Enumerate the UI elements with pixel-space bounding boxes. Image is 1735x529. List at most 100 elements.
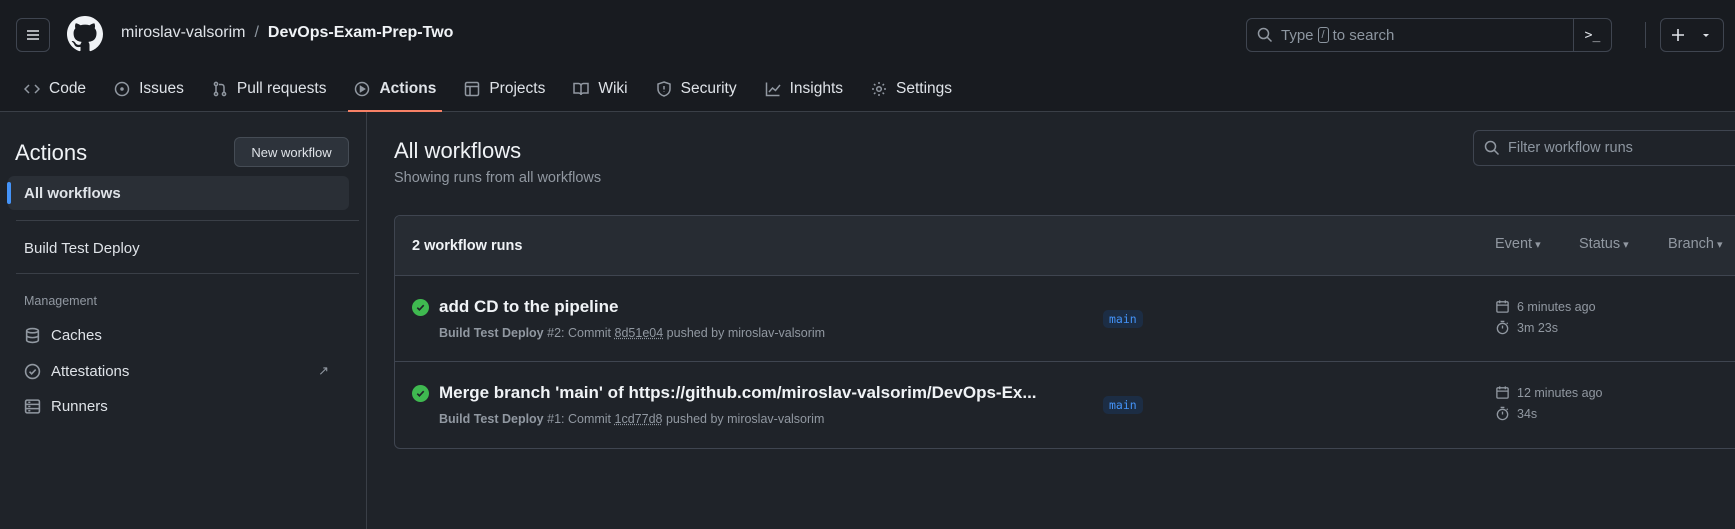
run-pushed-by: pushed by miroslav-valsorim xyxy=(665,412,825,426)
search-shortcut-key: / xyxy=(1317,27,1329,43)
create-new-button[interactable] xyxy=(1660,18,1724,52)
app-header: miroslav-valsorim / DevOps-Exam-Prep-Two… xyxy=(0,0,1735,112)
issue-icon xyxy=(114,81,130,97)
table-icon xyxy=(465,81,480,97)
tab-label: Issues xyxy=(139,80,184,97)
table-row[interactable]: Merge branch 'main' of https://github.co… xyxy=(395,362,1735,448)
book-icon xyxy=(573,82,590,96)
branch-badge[interactable]: main xyxy=(1103,396,1143,414)
main-content: All workflows Showing runs from all work… xyxy=(367,112,1735,529)
sidebar-item-label: Caches xyxy=(51,326,102,344)
success-check-icon xyxy=(412,299,429,316)
search-input[interactable]: Type / to search >_ xyxy=(1246,18,1612,52)
header-divider xyxy=(1645,22,1646,48)
status-filter-dropdown[interactable]: Status xyxy=(1579,236,1629,252)
calendar-icon xyxy=(1496,386,1509,399)
sidebar-item-runners[interactable]: Runners xyxy=(8,389,349,423)
run-pushed-by: pushed by miroslav-valsorim xyxy=(666,326,826,340)
tab-label: Insights xyxy=(789,80,844,97)
branch-badge[interactable]: main xyxy=(1103,310,1143,328)
hamburger-icon xyxy=(27,30,39,40)
runs-count: 2 workflow runs xyxy=(412,237,523,254)
tab-settings[interactable]: Settings xyxy=(857,66,966,112)
page-title: All workflows xyxy=(394,138,522,163)
command-palette-icon[interactable]: >_ xyxy=(1573,19,1611,51)
tab-issues[interactable]: Issues xyxy=(100,66,198,112)
tab-wiki[interactable]: Wiki xyxy=(559,66,641,112)
run-duration: 3m 23s xyxy=(1495,320,1558,335)
event-filter-dropdown[interactable]: Event xyxy=(1495,236,1541,252)
tab-insights[interactable]: Insights xyxy=(751,66,857,112)
sidebar-divider xyxy=(16,273,359,274)
run-workflow-name: Build Test Deploy xyxy=(439,412,544,426)
run-timestamp: 12 minutes ago xyxy=(1495,385,1602,400)
repo-nav: Code Issues Pull requests Actions Projec… xyxy=(0,66,966,112)
page-subtitle: Showing runs from all workflows xyxy=(394,170,602,186)
filter-placeholder: Filter workflow runs xyxy=(1508,140,1633,156)
tab-label: Pull requests xyxy=(236,80,327,97)
commit-sha-link[interactable]: 1cd77d8 xyxy=(615,412,663,426)
tab-pull-requests[interactable]: Pull requests xyxy=(198,66,341,112)
commit-sha-link[interactable]: 8d51e04 xyxy=(615,326,664,340)
menu-button[interactable] xyxy=(16,18,50,52)
run-number: #2: Commit xyxy=(547,326,612,340)
pull-request-icon xyxy=(213,81,227,97)
sidebar-item-caches[interactable]: Caches xyxy=(8,318,349,352)
tab-label: Settings xyxy=(896,80,953,97)
tab-code[interactable]: Code xyxy=(0,66,100,112)
filter-runs-input[interactable]: Filter workflow runs xyxy=(1473,130,1735,166)
new-workflow-button[interactable]: New workflow xyxy=(234,137,349,167)
graph-icon xyxy=(765,82,781,97)
run-number: #1: Commit xyxy=(547,412,612,426)
run-time-text: 12 minutes ago xyxy=(1517,385,1603,400)
table-row[interactable]: add CD to the pipeline Build Test Deploy… xyxy=(395,276,1735,362)
search-prefix: Type xyxy=(1281,26,1314,44)
play-icon xyxy=(355,81,370,97)
search-icon xyxy=(1484,140,1500,156)
external-link-icon: ↗ xyxy=(318,363,329,378)
breadcrumb: miroslav-valsorim / DevOps-Exam-Prep-Two xyxy=(121,24,453,42)
sidebar-section-label: Management xyxy=(24,294,97,308)
github-logo-icon[interactable] xyxy=(67,16,103,52)
run-meta: Build Test Deploy #1: Commit 1cd77d8 pus… xyxy=(439,412,824,426)
sidebar-item-label: Attestations xyxy=(51,362,130,380)
server-icon xyxy=(24,398,41,414)
runs-header: 2 workflow runs Event Status Branch xyxy=(395,216,1735,276)
tab-actions[interactable]: Actions xyxy=(340,66,450,112)
tab-label: Projects xyxy=(489,80,546,97)
stopwatch-icon xyxy=(1496,320,1509,335)
sidebar-item-attestations[interactable]: Attestations ↗ xyxy=(8,354,349,388)
database-icon xyxy=(25,327,40,343)
breadcrumb-separator: / xyxy=(254,24,259,41)
run-title[interactable]: add CD to the pipeline xyxy=(439,297,618,317)
sidebar-item-label: Runners xyxy=(51,397,108,415)
workflow-runs-table: 2 workflow runs Event Status Branch add … xyxy=(394,215,1735,449)
run-duration-text: 34s xyxy=(1517,406,1538,421)
sidebar-item-all-workflows[interactable]: All workflows xyxy=(7,176,349,210)
branch-filter-dropdown[interactable]: Branch xyxy=(1668,236,1723,252)
repo-link[interactable]: DevOps-Exam-Prep-Two xyxy=(268,24,454,42)
actions-sidebar: Actions New workflow All workflows Build… xyxy=(0,112,367,529)
plus-icon xyxy=(1672,29,1684,41)
code-icon xyxy=(24,84,40,94)
run-timestamp: 6 minutes ago xyxy=(1495,299,1596,314)
calendar-icon xyxy=(1496,300,1509,313)
tab-label: Code xyxy=(49,80,87,97)
tab-security[interactable]: Security xyxy=(642,66,751,112)
sidebar-title: Actions xyxy=(15,140,88,165)
chevron-down-icon xyxy=(1703,34,1709,37)
shield-icon xyxy=(656,81,671,97)
owner-link[interactable]: miroslav-valsorim xyxy=(121,24,245,42)
run-duration-text: 3m 23s xyxy=(1517,320,1558,335)
tab-label: Actions xyxy=(379,80,437,97)
search-icon xyxy=(1257,27,1273,43)
run-meta: Build Test Deploy #2: Commit 8d51e04 pus… xyxy=(439,326,825,340)
tab-projects[interactable]: Projects xyxy=(450,66,559,112)
success-check-icon xyxy=(412,385,429,402)
gear-icon xyxy=(872,82,887,96)
run-title[interactable]: Merge branch 'main' of https://github.co… xyxy=(439,383,1037,403)
sidebar-item-build-test-deploy[interactable]: Build Test Deploy xyxy=(8,231,349,265)
search-placeholder: Type / to search xyxy=(1281,27,1394,44)
stopwatch-icon xyxy=(1496,406,1509,421)
run-time-text: 6 minutes ago xyxy=(1517,299,1596,314)
